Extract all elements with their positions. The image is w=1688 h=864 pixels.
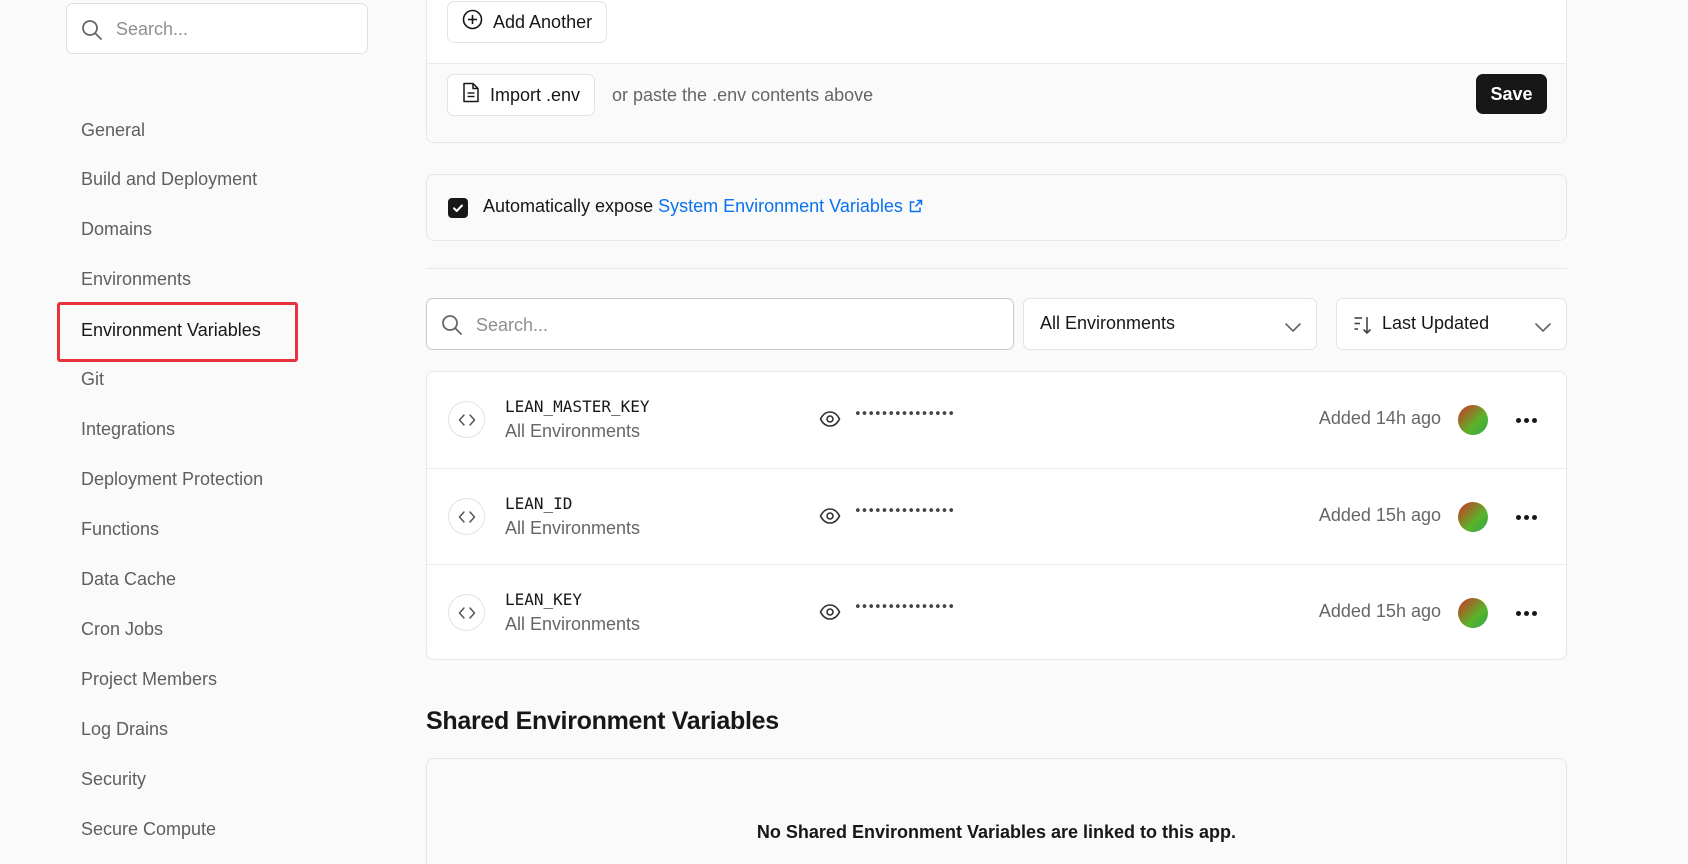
nav-item-environments[interactable]: Environments bbox=[81, 264, 191, 294]
nav-item-general[interactable]: General bbox=[81, 115, 145, 145]
eye-icon[interactable] bbox=[819, 603, 841, 626]
import-env-label: Import .env bbox=[490, 84, 581, 105]
paste-hint: or paste the .env contents above bbox=[612, 85, 874, 105]
sort-select-value: Last Updated bbox=[1382, 313, 1490, 333]
add-another-button[interactable]: Add Another bbox=[447, 1, 608, 43]
section-divider bbox=[426, 268, 1567, 269]
variables-search[interactable] bbox=[426, 298, 1014, 350]
variable-key: LEAN_MASTER_KEY bbox=[505, 397, 650, 416]
more-options-button[interactable] bbox=[1511, 502, 1541, 532]
expose-prefix: Automatically expose bbox=[483, 196, 654, 216]
main-content: Add Another Import .env or paste the .en… bbox=[426, 0, 1567, 864]
eye-icon[interactable] bbox=[819, 410, 841, 433]
search-icon bbox=[81, 19, 103, 46]
masked-value: ••••••••••••••• bbox=[854, 407, 955, 422]
expose-system-vars-checkbox[interactable] bbox=[448, 198, 468, 218]
nav-item-security[interactable]: Security bbox=[81, 764, 146, 794]
more-options-button[interactable] bbox=[1511, 405, 1541, 435]
variables-list: LEAN_MASTER_KEY All Environments •••••••… bbox=[426, 371, 1567, 660]
variable-environment: All Environments bbox=[505, 518, 641, 538]
sort-icon bbox=[1353, 315, 1373, 340]
file-icon bbox=[462, 82, 480, 108]
added-time: Added 14h ago bbox=[1318, 408, 1441, 428]
code-icon bbox=[448, 594, 485, 631]
expose-text: Automatically expose System Environment … bbox=[483, 196, 923, 218]
shared-variables-heading: Shared Environment Variables bbox=[426, 707, 779, 735]
variable-row[interactable]: LEAN_MASTER_KEY All Environments •••••••… bbox=[427, 372, 1566, 468]
variable-row[interactable]: LEAN_ID All Environments •••••••••••••••… bbox=[427, 468, 1566, 564]
external-link-icon bbox=[909, 197, 923, 218]
expose-system-vars-card: Automatically expose System Environment … bbox=[426, 174, 1567, 241]
nav-item-project-members[interactable]: Project Members bbox=[81, 664, 217, 694]
variable-environment: All Environments bbox=[505, 614, 641, 634]
chevron-down-icon bbox=[1534, 317, 1552, 338]
sidebar: General Build and Deployment Domains Env… bbox=[0, 0, 400, 864]
chevron-down-icon bbox=[1284, 317, 1302, 338]
system-env-vars-link[interactable]: System Environment Variables bbox=[658, 196, 923, 216]
nav-item-secure-compute[interactable]: Secure Compute bbox=[81, 814, 216, 844]
nav-item-functions[interactable]: Functions bbox=[81, 514, 159, 544]
nav-item-log-drains[interactable]: Log Drains bbox=[81, 714, 168, 744]
save-button[interactable]: Save bbox=[1476, 74, 1547, 114]
variable-environment: All Environments bbox=[505, 421, 641, 441]
added-time: Added 15h ago bbox=[1318, 601, 1441, 621]
more-options-button[interactable] bbox=[1511, 598, 1541, 628]
plus-circle-icon bbox=[462, 9, 483, 35]
environment-filter-select[interactable]: All Environments bbox=[1023, 298, 1317, 350]
import-env-button[interactable]: Import .env bbox=[447, 74, 596, 116]
active-item-highlight bbox=[57, 302, 298, 362]
sidebar-search-input[interactable] bbox=[116, 16, 356, 42]
add-another-label: Add Another bbox=[493, 11, 593, 32]
masked-value: ••••••••••••••• bbox=[854, 600, 955, 615]
nav-item-domains[interactable]: Domains bbox=[81, 214, 152, 244]
check-icon bbox=[453, 204, 463, 212]
form-footer bbox=[427, 63, 1566, 142]
environment-filter-value: All Environments bbox=[1040, 313, 1176, 333]
variable-key: LEAN_KEY bbox=[505, 590, 583, 609]
variables-search-input[interactable] bbox=[476, 311, 996, 339]
code-icon bbox=[448, 401, 485, 438]
system-env-vars-link-text[interactable]: System Environment Variables bbox=[658, 196, 903, 216]
nav-item-data-cache[interactable]: Data Cache bbox=[81, 564, 176, 594]
avatar bbox=[1458, 405, 1488, 435]
added-time: Added 15h ago bbox=[1318, 505, 1441, 525]
search-icon bbox=[441, 314, 463, 341]
code-icon bbox=[448, 498, 485, 535]
nav-item-deployment-protection[interactable]: Deployment Protection bbox=[81, 464, 263, 494]
nav-item-git[interactable]: Git bbox=[81, 364, 104, 394]
variable-key: LEAN_ID bbox=[505, 494, 573, 513]
nav-item-integrations[interactable]: Integrations bbox=[81, 414, 175, 444]
nav-item-cron-jobs[interactable]: Cron Jobs bbox=[81, 614, 163, 644]
eye-icon[interactable] bbox=[819, 507, 841, 530]
shared-empty-message: No Shared Environment Variables are link… bbox=[756, 822, 1237, 842]
avatar bbox=[1458, 598, 1488, 628]
variable-row[interactable]: LEAN_KEY All Environments ••••••••••••••… bbox=[427, 564, 1566, 659]
masked-value: ••••••••••••••• bbox=[854, 504, 955, 519]
add-variable-form: Add Another Import .env or paste the .en… bbox=[426, 0, 1567, 143]
nav-item-build-and-deployment[interactable]: Build and Deployment bbox=[81, 164, 257, 194]
sort-select[interactable]: Last Updated bbox=[1336, 298, 1567, 350]
shared-variables-empty-state: No Shared Environment Variables are link… bbox=[426, 758, 1567, 864]
sidebar-search[interactable] bbox=[66, 3, 368, 54]
avatar bbox=[1458, 502, 1488, 532]
